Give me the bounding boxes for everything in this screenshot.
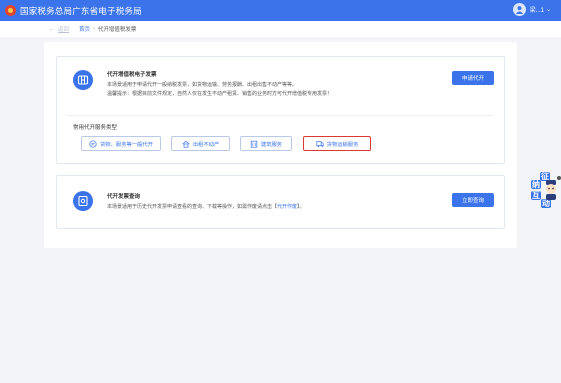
query-service-icon [73, 191, 93, 211]
breadcrumb-home-link[interactable]: 首页 [79, 25, 90, 33]
tax-interaction-widget[interactable]: 征 纳 互 动 [531, 172, 561, 212]
type-label: 货物运输服务 [326, 141, 359, 148]
user-menu[interactable]: 梁...1 ⌄ [512, 3, 551, 16]
card-description: 本场景适用于申请代开一般纳税发票，如货物运输、劳务报酬、出租出售不动产等等。 [107, 82, 298, 88]
chevron-down-icon[interactable]: ⌄ [546, 6, 551, 13]
back-arrow-icon[interactable]: ← [48, 26, 55, 33]
issue-invoice-card: 代开增值税电子发票 本场景适用于申请代开一般纳税发票，如货物运输、劳务报酬、出租… [56, 56, 505, 164]
widget-char: 纳 [531, 180, 541, 189]
type-label: 出租不动产 [192, 141, 220, 148]
breadcrumb-separator: › [93, 26, 95, 32]
card-description: 本场景适用于历史代开发票申请查看的查询、下载等操作，如需作废请点击【代开作废】。 [107, 204, 305, 210]
card-title: 代开发票查询 [107, 194, 141, 200]
type-button-construction[interactable]: 建筑服务 [240, 136, 292, 151]
building-icon [250, 140, 258, 148]
void-invoice-link[interactable]: 代开作废 [277, 204, 297, 210]
card-title: 代开增值税电子发票 [107, 72, 157, 78]
chat-icon [89, 139, 97, 148]
mascot-icon [546, 180, 556, 200]
user-name[interactable]: 梁...1 [530, 5, 544, 14]
top-bar: 国家税务总局广东省电子税务局 梁...1 ⌄ [0, 0, 561, 21]
truck-icon [316, 140, 324, 147]
invoice-query-card: 代开发票查询 本场景适用于历史代开发票申请查看的查询、下载等操作，如需作废请点击… [56, 175, 505, 229]
type-button-rent-property[interactable]: 出租不动产 [171, 136, 230, 151]
close-dot-icon[interactable] [557, 176, 561, 180]
breadcrumb-current: 代开增值税发票 [97, 27, 137, 33]
type-label: 建筑服务 [260, 141, 283, 148]
widget-char: 动 [541, 199, 551, 208]
breadcrumb: ← 返回 首页 › 代开增值税发票 [0, 21, 561, 37]
back-link[interactable]: 返回 [58, 25, 69, 33]
divider [67, 115, 494, 116]
tax-emblem-icon [5, 5, 16, 16]
apply-button[interactable]: 申请代开 [452, 71, 494, 85]
type-label: 货物、服务等一般代开 [100, 141, 153, 148]
avatar-icon[interactable] [512, 3, 526, 16]
card-warning-text: 温馨提示：根据目前文件规定，自然人仅在发生不动产租赁、销售的业务时方可代开增值税… [107, 91, 333, 97]
main-panel: 代开增值税电子发票 本场景适用于申请代开一般纳税发票，如货物运输、劳务报酬、出租… [44, 42, 517, 248]
type-button-freight[interactable]: 货物运输服务 [303, 136, 371, 151]
query-button[interactable]: 立即查询 [452, 193, 494, 207]
house-icon [182, 140, 190, 148]
section-label: 常用代开服务类型 [73, 125, 118, 131]
invoice-service-icon [73, 70, 93, 90]
widget-char: 互 [531, 191, 541, 200]
type-button-general-goods[interactable]: 货物、服务等一般代开 [81, 136, 161, 151]
app-title: 国家税务总局广东省电子税务局 [20, 5, 142, 16]
